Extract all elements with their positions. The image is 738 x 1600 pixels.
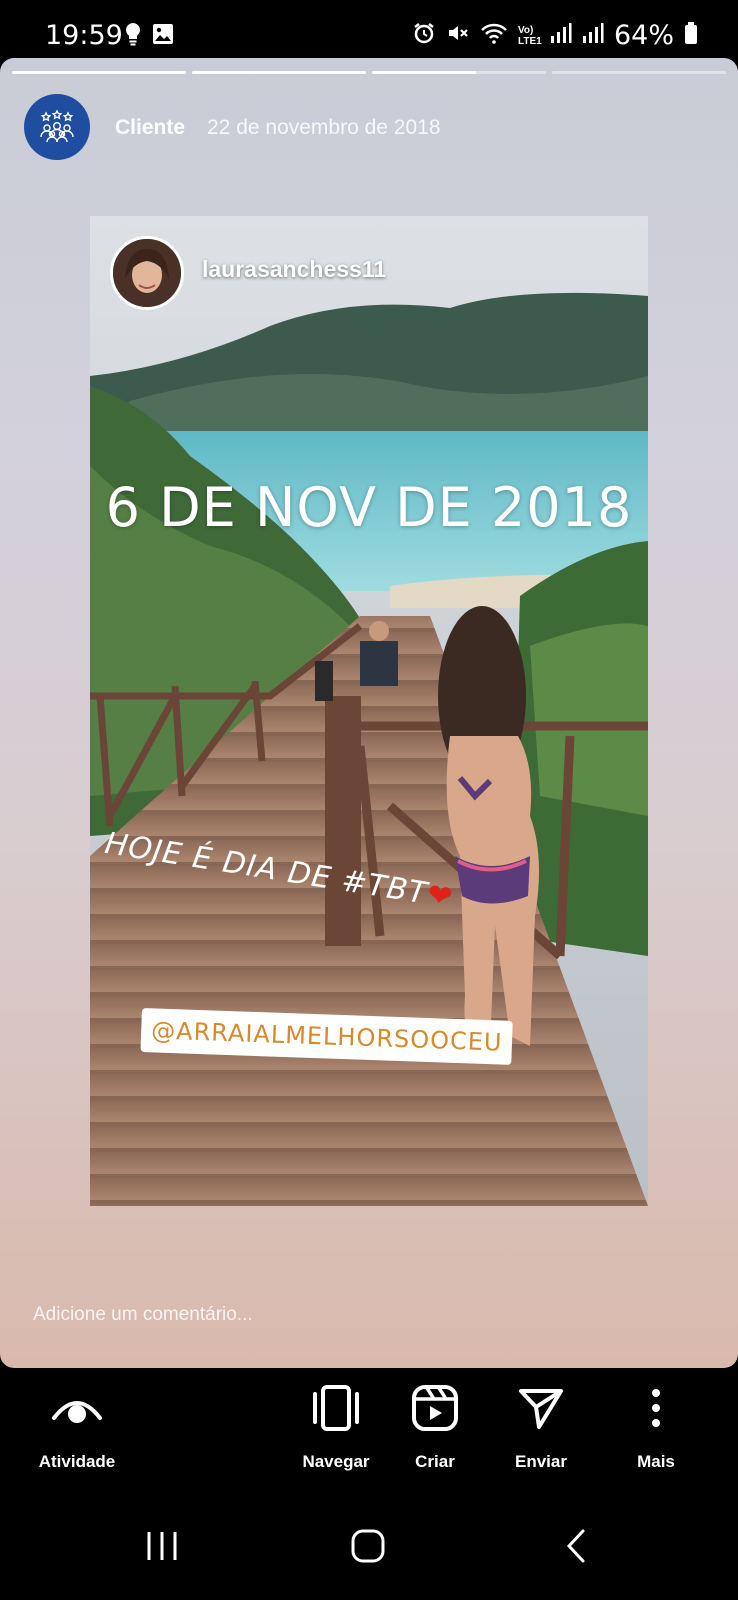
mute-icon (446, 21, 470, 50)
progress-segment (372, 71, 546, 74)
activity-label: Atividade (38, 1452, 116, 1471)
recent-apps-button[interactable] (132, 1524, 192, 1568)
image-icon (152, 23, 174, 50)
send-label: Enviar (515, 1452, 567, 1471)
alarm-icon (412, 21, 436, 50)
send-button[interactable]: Enviar (486, 1378, 596, 1472)
signal-icon (582, 22, 604, 49)
progress-segment (192, 71, 366, 74)
story-date: 22 de novembro de 2018 (207, 116, 441, 139)
heart-emoji: ❤ (424, 876, 456, 916)
story-author[interactable]: Cliente (115, 116, 185, 140)
browse-label: Navegar (302, 1452, 370, 1471)
progress-segment (552, 71, 726, 74)
system-nav-bar (0, 1508, 738, 1600)
browse-icon (313, 1385, 359, 1431)
battery-percent: 64% (613, 20, 674, 51)
progress-segment (12, 71, 186, 74)
network-label: Vo) LTE1 (517, 24, 542, 47)
create-button[interactable]: Criar (380, 1378, 490, 1472)
more-button[interactable]: Mais (601, 1378, 711, 1472)
author-avatar[interactable] (24, 94, 90, 160)
more-icon (652, 1389, 660, 1427)
shared-username[interactable]: laurasanchess11 (202, 256, 386, 283)
create-label: Criar (415, 1452, 455, 1471)
group-stars-icon (40, 110, 74, 143)
activity-button[interactable]: Atividade (22, 1378, 132, 1472)
story-viewer[interactable]: Cliente 22 de novembro de 2018 laurasanc… (0, 58, 738, 1368)
comment-input[interactable]: Adicione um comentário... (33, 1304, 253, 1326)
browse-button[interactable]: Navegar (281, 1378, 391, 1472)
shared-story-image[interactable]: laurasanchess11 6 DE NOV DE 2018 HOJE É … (90, 216, 648, 1206)
signal-icon (550, 22, 572, 49)
recent-apps-icon (147, 1532, 177, 1560)
wifi-icon (480, 21, 508, 50)
date-stamp-sticker: 6 DE NOV DE 2018 (105, 476, 633, 539)
eye-icon (52, 1401, 102, 1423)
shared-user-avatar (110, 236, 184, 310)
battery-icon (684, 21, 698, 50)
more-label: Mais (637, 1452, 675, 1471)
home-icon (351, 1529, 385, 1563)
send-icon (519, 1389, 563, 1429)
story-actions-bar: Atividade Navegar Criar Enviar Mais (0, 1378, 738, 1488)
story-progress (12, 71, 726, 74)
bulb-icon (124, 22, 142, 51)
status-time: 19:59 (45, 20, 123, 51)
back-button[interactable] (546, 1524, 606, 1568)
back-icon (566, 1529, 585, 1563)
reels-icon (412, 1385, 458, 1431)
home-button[interactable] (338, 1524, 398, 1568)
status-bar: 19:59 Vo) LTE1 64% (0, 0, 738, 60)
